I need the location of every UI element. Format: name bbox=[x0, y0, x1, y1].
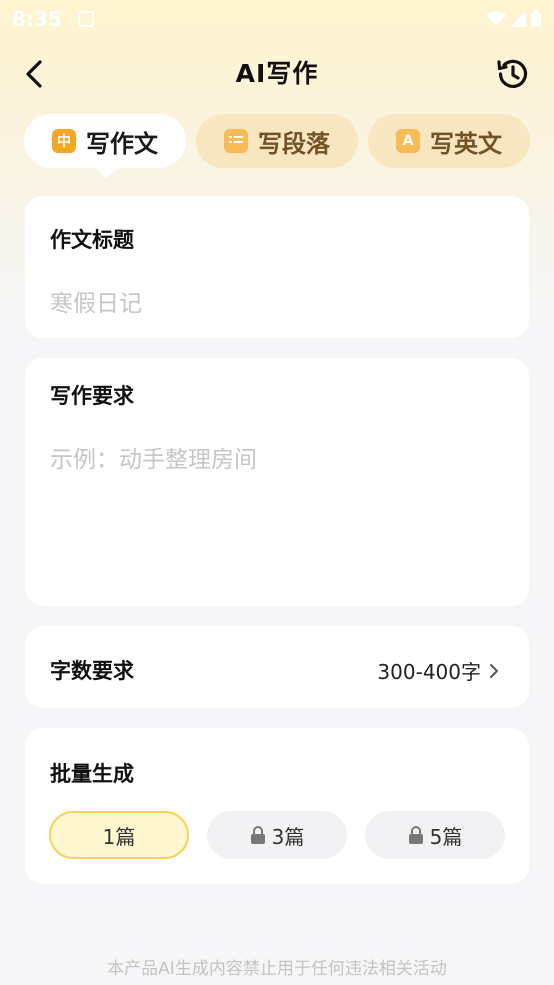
status-time: 8:35 bbox=[12, 7, 62, 31]
chinese-character-icon: 中 bbox=[52, 129, 76, 153]
batch-card: 批量生成 1篇 3篇 5篇 bbox=[25, 728, 529, 884]
requirements-card: 写作要求 示例：动手整理房间 bbox=[25, 358, 529, 606]
wifi-icon bbox=[486, 11, 506, 26]
lock-icon bbox=[408, 826, 424, 844]
batch-option-label: 5篇 bbox=[429, 824, 463, 849]
word-count-value: 300-400字 bbox=[377, 660, 481, 684]
batch-option-label: 1篇 bbox=[102, 824, 136, 849]
batch-option-5[interactable]: 5篇 bbox=[365, 811, 505, 859]
back-button[interactable] bbox=[16, 56, 52, 92]
history-icon bbox=[497, 59, 528, 88]
requirements-label: 写作要求 bbox=[50, 384, 134, 408]
essay-title-card: 作文标题 寒假日记 bbox=[25, 196, 529, 338]
active-tab-pointer bbox=[92, 166, 120, 178]
tab-write-essay[interactable]: 中 写作文 bbox=[24, 114, 186, 168]
word-count-label: 字数要求 bbox=[50, 659, 134, 683]
essay-title-input[interactable]: 寒假日记 bbox=[50, 284, 142, 318]
tab-label: 写作文 bbox=[86, 129, 158, 158]
batch-label: 批量生成 bbox=[50, 762, 134, 786]
essay-title-label: 作文标题 bbox=[50, 228, 134, 252]
notification-icon bbox=[77, 11, 94, 27]
tab-label: 写段落 bbox=[258, 129, 330, 158]
signal-icon bbox=[510, 11, 526, 27]
batch-option-3[interactable]: 3篇 bbox=[207, 811, 347, 859]
status-bar: 8:35 bbox=[0, 0, 554, 38]
word-count-card[interactable]: 字数要求 300-400字 bbox=[25, 626, 529, 708]
lock-icon bbox=[250, 826, 266, 844]
tab-write-paragraph[interactable]: 写段落 bbox=[196, 114, 358, 168]
chevron-right-icon bbox=[490, 663, 498, 678]
letter-a-icon: A bbox=[396, 129, 420, 153]
legal-notice: 本产品AI生成内容禁止用于任何违法相关活动 bbox=[107, 959, 447, 979]
batch-option-label: 3篇 bbox=[271, 824, 305, 849]
tab-label: 写英文 bbox=[430, 129, 502, 158]
mode-tabs: 中 写作文 写段落 A 写英文 bbox=[24, 114, 530, 178]
battery-icon bbox=[531, 10, 541, 27]
history-button[interactable] bbox=[492, 54, 532, 94]
list-icon bbox=[224, 129, 248, 153]
requirements-input[interactable]: 示例：动手整理房间 bbox=[50, 440, 490, 590]
page-title: AI写作 bbox=[235, 59, 319, 88]
page-header: AI写作 bbox=[0, 44, 554, 100]
back-arrow-icon bbox=[26, 60, 42, 88]
batch-option-1[interactable]: 1篇 bbox=[49, 811, 189, 859]
tab-write-english[interactable]: A 写英文 bbox=[368, 114, 530, 168]
word-count-selector[interactable]: 300-400字 bbox=[377, 656, 499, 685]
